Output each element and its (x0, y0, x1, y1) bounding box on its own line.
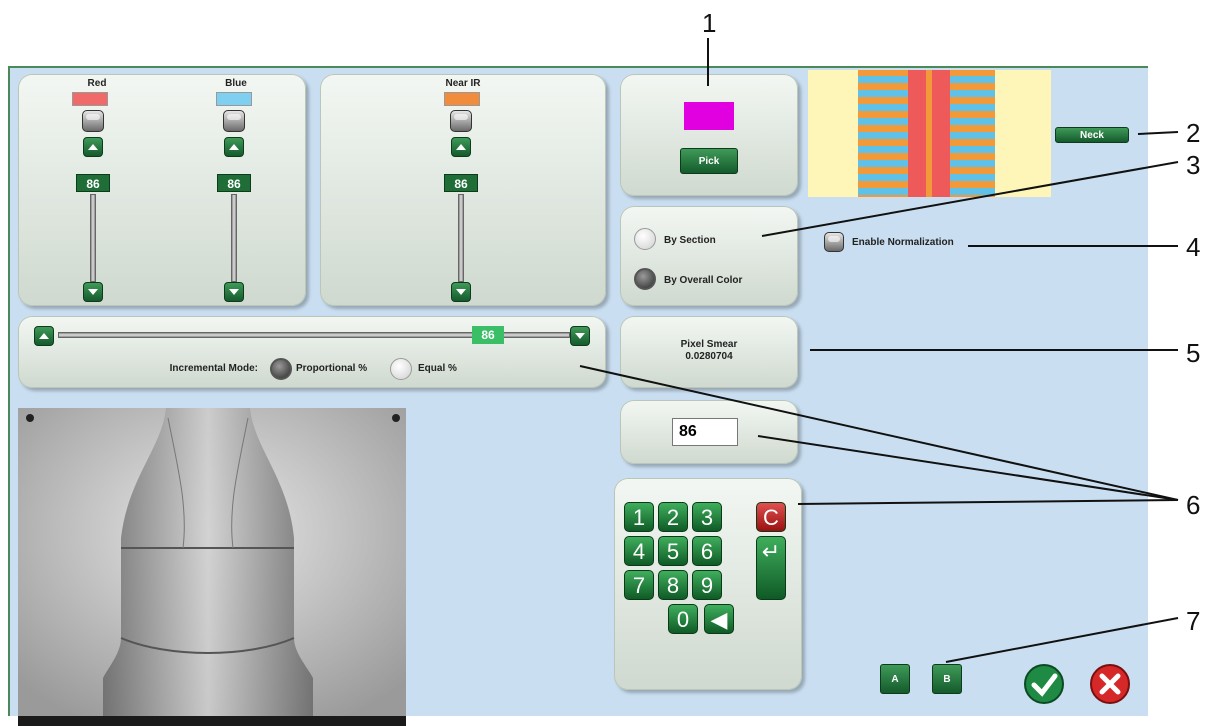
callout-6a (579, 365, 1179, 501)
stage: 1 2 3 4 5 6 7 Red 86 Blue 86 Near IR 86 … (0, 0, 1230, 726)
callout-7 (945, 617, 1179, 663)
callout-lines (579, 38, 1179, 663)
callout-6c (797, 499, 1179, 505)
callout-6b (757, 435, 1179, 501)
callout-3 (761, 161, 1179, 237)
callout-2 (1137, 131, 1179, 135)
